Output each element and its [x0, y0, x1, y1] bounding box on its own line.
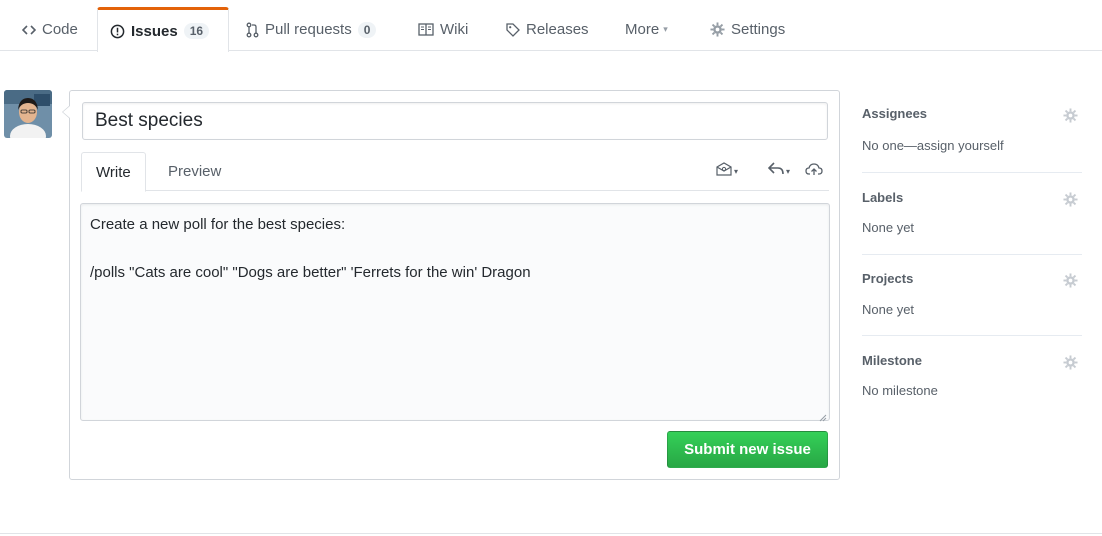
- code-icon: [22, 23, 36, 37]
- mention-icon: [716, 161, 732, 181]
- git-pull-request-icon: [246, 22, 259, 38]
- labels-value: None yet: [862, 220, 915, 235]
- tab-settings[interactable]: Settings: [698, 8, 797, 51]
- milestone-heading[interactable]: Milestone: [862, 353, 922, 368]
- tab-releases[interactable]: Releases: [494, 8, 601, 51]
- issue-opened-icon: [110, 24, 125, 39]
- tab-code[interactable]: Code: [10, 8, 90, 51]
- new-issue-form: Write Preview ▾ ▾ Create a new poll for …: [62, 90, 840, 480]
- tab-settings-label: Settings: [731, 21, 786, 38]
- assignees-value[interactable]: No one—assign yourself: [862, 138, 1004, 153]
- editor-tabnav: Write Preview ▾ ▾: [70, 152, 839, 192]
- body-line-2: /polls "Cats are cool" "Dogs are better"…: [90, 264, 531, 281]
- tab-pull-requests[interactable]: Pull requests 0: [234, 8, 388, 51]
- repo-nav: Code Issues 16 Pull requests 0 Wiki Rele…: [0, 0, 1102, 52]
- tab-wiki[interactable]: Wiki: [406, 8, 480, 51]
- sidebar-milestone: Milestone No milestone: [862, 345, 1082, 415]
- caret-down-icon: ▾: [663, 24, 668, 34]
- tab-more[interactable]: More ▾: [613, 8, 680, 51]
- gear-icon: [710, 22, 725, 37]
- avatar[interactable]: [4, 90, 52, 138]
- book-icon: [418, 23, 434, 36]
- issues-counter: 16: [183, 23, 210, 39]
- reply-icon: [767, 162, 784, 180]
- tab-releases-label: Releases: [526, 21, 589, 38]
- milestone-gear-icon[interactable]: [1063, 355, 1078, 375]
- projects-heading[interactable]: Projects: [862, 271, 913, 286]
- assignees-gear-icon[interactable]: [1063, 108, 1078, 128]
- tab-issues-label: Issues: [131, 22, 178, 40]
- tab-wiki-label: Wiki: [440, 21, 469, 38]
- tab-preview[interactable]: Preview: [154, 152, 235, 191]
- labels-gear-icon[interactable]: [1063, 192, 1078, 212]
- sidebar-assignees: Assignees No one—assign yourself: [862, 98, 1082, 173]
- attach-file-button[interactable]: [805, 162, 823, 180]
- tab-issues[interactable]: Issues 16: [97, 7, 229, 52]
- labels-heading[interactable]: Labels: [862, 190, 903, 205]
- caret-down-icon: ▾: [786, 166, 791, 176]
- tab-write[interactable]: Write: [81, 152, 146, 192]
- tab-more-label: More: [625, 21, 660, 38]
- mention-button[interactable]: ▾: [716, 161, 739, 181]
- tab-code-label: Code: [42, 21, 78, 38]
- milestone-value: No milestone: [862, 383, 938, 398]
- issue-body-textarea[interactable]: Create a new poll for the best species: …: [80, 203, 830, 421]
- pull-requests-counter: 0: [357, 21, 377, 38]
- cloud-upload-icon: [805, 162, 823, 181]
- projects-gear-icon[interactable]: [1063, 273, 1078, 293]
- assignees-heading[interactable]: Assignees: [862, 106, 927, 121]
- tab-pull-requests-label: Pull requests: [265, 21, 352, 38]
- resize-grip-icon[interactable]: [817, 409, 827, 427]
- sidebar-labels: Labels None yet: [862, 182, 1082, 255]
- tag-icon: [506, 22, 520, 37]
- submit-new-issue-button[interactable]: Submit new issue: [667, 431, 828, 468]
- caret-down-icon: ▾: [734, 166, 739, 176]
- issue-title-input[interactable]: [82, 102, 828, 140]
- page-bottom-divider: [0, 533, 1102, 534]
- projects-value: None yet: [862, 302, 915, 317]
- saved-replies-button[interactable]: ▾: [767, 162, 791, 180]
- sidebar-projects: Projects None yet: [862, 263, 1082, 336]
- body-line-1: Create a new poll for the best species:: [90, 216, 346, 233]
